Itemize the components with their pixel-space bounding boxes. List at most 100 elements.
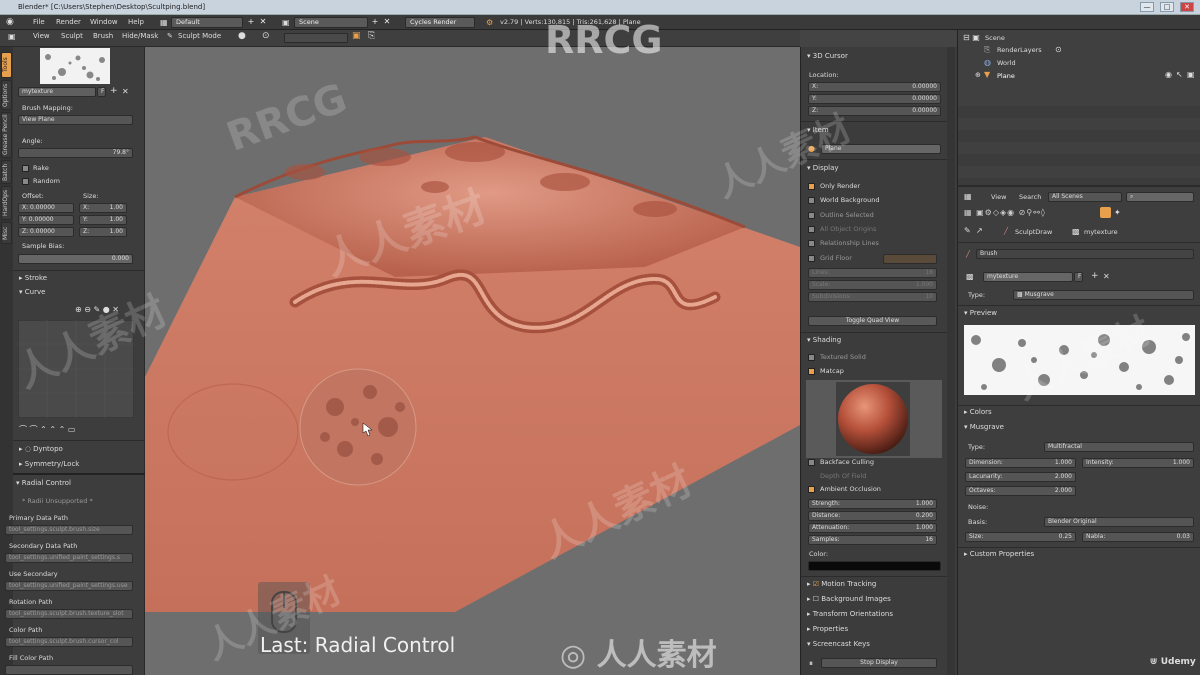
minimize-button[interactable]: —	[1140, 2, 1154, 12]
pin-icon[interactable]: ✎	[964, 226, 971, 235]
angle-field[interactable]: 79.8°	[18, 148, 133, 158]
render-preview-icon[interactable]: ▣	[352, 31, 361, 41]
item-panel-header[interactable]: ▾ Item	[807, 126, 829, 134]
grid-lines-field[interactable]: Lines: 16	[808, 268, 937, 278]
outliner-scene[interactable]: Scene	[985, 34, 1005, 42]
custom-properties-header[interactable]: ▸ Custom Properties	[964, 550, 1034, 558]
shading-sphere-icon[interactable]: ●	[238, 31, 246, 41]
size-z-field[interactable]: Z: 1.00	[79, 227, 127, 237]
stroke-panel-header[interactable]: ▸ Stroke	[19, 274, 47, 282]
brush-context-field[interactable]: Brush	[976, 249, 1194, 259]
tab-grease-pencil[interactable]: Grease Pencil	[1, 112, 12, 158]
matcap-checkbox[interactable]	[808, 368, 815, 375]
lacunarity-field[interactable]: Lacunarity: 2.000	[965, 472, 1076, 482]
unlink-texture-button[interactable]: ✕	[122, 87, 129, 96]
menu-brush[interactable]: Brush	[93, 32, 113, 40]
stop-display-button[interactable]: Stop Display	[821, 658, 937, 668]
remove-scene-button[interactable]: ✕	[382, 17, 392, 28]
preview-panel-header[interactable]: ▾ Preview	[964, 309, 997, 317]
tab-misc[interactable]: Misc	[1, 222, 12, 244]
outliner-menu-search[interactable]: Search	[1019, 193, 1041, 201]
sculpt-mesh[interactable]	[145, 47, 800, 675]
new-texture-datablock-button[interactable]: +	[1091, 271, 1099, 281]
brush-mapping-select[interactable]: View Plane	[18, 115, 133, 125]
falloff-curve-widget[interactable]	[18, 320, 134, 418]
colors-panel-header[interactable]: ▸ Colors	[964, 408, 992, 416]
ao-color-swatch[interactable]	[808, 561, 941, 571]
cursor-z-field[interactable]: Z: 0.00000	[808, 106, 941, 116]
texture-datablock-field[interactable]: mytexture	[983, 272, 1073, 282]
mode-select[interactable]: Sculpt Mode	[178, 32, 221, 40]
tab-hardops[interactable]: HardOps	[1, 186, 12, 220]
curve-preset-icons[interactable]: ⌒ ⌒ ⌃ ⌃ ⌃ ▭	[19, 424, 75, 435]
texture-name-field[interactable]: mytexture	[18, 87, 96, 97]
viewport-3d[interactable]: Last: Radial Control	[145, 47, 800, 675]
remove-layout-button[interactable]: ✕	[258, 17, 268, 28]
rotation-path-field[interactable]: tool_settings.sculpt.brush.texture_slot	[5, 609, 133, 619]
select-arrow-icon[interactable]: ↖	[1176, 70, 1183, 79]
menu-render[interactable]: Render	[56, 15, 81, 30]
camera-icon[interactable]: ⊙	[1055, 45, 1062, 54]
cursor-x-field[interactable]: X: 0.00000	[808, 82, 941, 92]
ao-samples-field[interactable]: Samples: 16	[808, 535, 937, 545]
menu-file[interactable]: File	[33, 15, 45, 30]
layout-icon[interactable]: ▦	[160, 15, 168, 30]
texture-type-select[interactable]: ▩ Musgrave	[1013, 290, 1194, 300]
musgrave-type-select[interactable]: Multifractal	[1044, 442, 1194, 452]
cursor-panel-header[interactable]: ▾ 3D Cursor	[807, 52, 848, 60]
nabla-field[interactable]: Nabla: 0.03	[1082, 532, 1194, 542]
mode-icon[interactable]: ✎	[167, 32, 173, 40]
layout-select[interactable]: Default	[171, 17, 243, 28]
symmetry-panel-header[interactable]: ▸ Symmetry/Lock	[19, 460, 79, 468]
rake-checkbox[interactable]	[22, 165, 29, 172]
radial-control-header[interactable]: ▾ Radial Control	[16, 479, 71, 487]
pause-icon[interactable]: ⏸	[809, 659, 813, 669]
offset-z-field[interactable]: Z: 0.00000	[18, 227, 74, 237]
noise-size-field[interactable]: Size: 0.25	[965, 532, 1076, 542]
visibility-icon[interactable]: ◉	[1165, 70, 1172, 79]
scene-select[interactable]: Scene	[294, 17, 368, 28]
toggle-quad-view-button[interactable]: Toggle Quad View	[808, 316, 937, 326]
scene-icon[interactable]: ▣	[282, 15, 290, 30]
all-origins-checkbox[interactable]	[808, 226, 815, 233]
texture-fake-user-button[interactable]: F	[1074, 272, 1083, 282]
expand-icon[interactable]: ⊕	[975, 71, 981, 79]
intensity-field[interactable]: Intensity: 1.000	[1082, 458, 1194, 468]
blender-logo-icon[interactable]: ◉	[6, 15, 14, 30]
outliner-world[interactable]: World	[997, 59, 1016, 67]
particles-tab-icon[interactable]: ✦	[1114, 208, 1121, 217]
musgrave-panel-header[interactable]: ▾ Musgrave	[964, 423, 1004, 431]
ambient-occlusion-checkbox[interactable]	[808, 486, 815, 493]
close-window-button[interactable]: ✕	[1180, 2, 1194, 12]
motion-tracking-header[interactable]: ▸ ☑ Motion Tracking	[807, 580, 876, 588]
display-mode-select[interactable]: All Scenes	[1048, 192, 1122, 202]
menu-hide-mask[interactable]: Hide/Mask	[122, 32, 158, 40]
layer-buttons[interactable]	[284, 33, 348, 43]
unlink-texture-datablock-button[interactable]: ✕	[1103, 272, 1110, 281]
properties-editor-icon[interactable]: ▦	[964, 192, 972, 201]
editor-type-icon[interactable]: ▣	[8, 32, 16, 41]
backface-culling-checkbox[interactable]	[808, 459, 815, 466]
cursor-y-field[interactable]: Y: 0.00000	[808, 94, 941, 104]
primary-path-field[interactable]: tool_settings.sculpt.brush.size	[5, 525, 133, 535]
tab-batch[interactable]: Batch	[1, 160, 12, 184]
outline-selected-checkbox[interactable]	[808, 212, 815, 219]
secondary-path-field[interactable]: tool_settings.unified_paint_settings.s	[5, 553, 133, 563]
transform-orientations-header[interactable]: ▸ Transform Orientations	[807, 610, 893, 618]
use-secondary-field[interactable]: tool_settings.unified_paint_settings.use	[5, 581, 133, 591]
properties-context-tabs[interactable]: ▦ ▣⚙◇◈◉ ⊘⚲⚯◊	[964, 208, 1046, 217]
maximize-button[interactable]: □	[1160, 2, 1174, 12]
sample-bias-field[interactable]: 0.000	[18, 254, 133, 264]
screencast-keys-header[interactable]: ▾ Screencast Keys	[807, 640, 870, 648]
new-texture-button[interactable]: +	[110, 86, 118, 96]
ao-distance-field[interactable]: Distance: 0.200	[808, 511, 937, 521]
object-name-field[interactable]: Plane	[821, 144, 941, 154]
brush-breadcrumb[interactable]: SculptDraw	[1015, 228, 1052, 236]
octaves-field[interactable]: Octaves: 2.000	[965, 486, 1076, 496]
outliner-menu-view[interactable]: View	[991, 193, 1006, 201]
size-x-field[interactable]: X: 1.00	[79, 203, 127, 213]
add-layout-button[interactable]: +	[246, 17, 256, 28]
outliner-search-field[interactable]: ⌕	[1126, 192, 1194, 202]
menu-view[interactable]: View	[33, 32, 50, 40]
grid-scale-field[interactable]: Scale: 1.000	[808, 280, 937, 290]
